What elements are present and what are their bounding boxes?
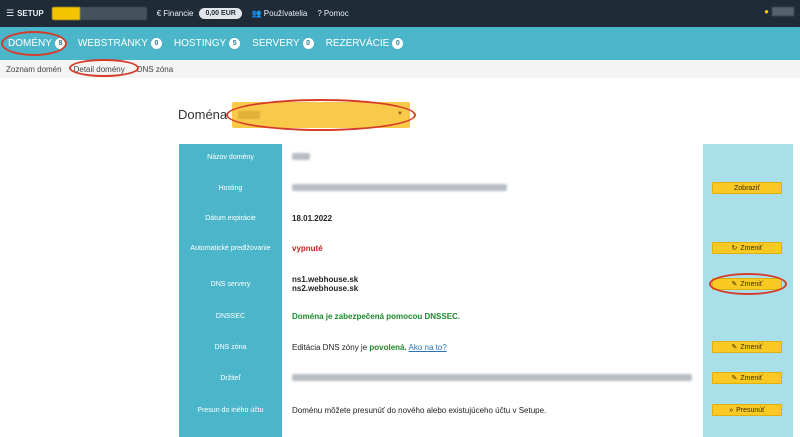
tab-rezervacie[interactable]: REZERVÁCIE 0 [326, 38, 404, 49]
dns-zone-value: Editácia DNS zóny je povolená. Ako na to… [292, 342, 447, 352]
hosting-value [292, 183, 507, 193]
sub-nav: Zoznam domén Detail domény DNS zóna [0, 60, 800, 78]
row-label: DNS zóna [214, 343, 247, 351]
user-icon: ● [764, 7, 769, 16]
pencil-icon: ✎ [731, 375, 738, 382]
question-icon: ? [317, 9, 322, 18]
holder-change-button[interactable]: ✎ Zmeniť [712, 372, 782, 384]
auto-renew-value: vypnuté [292, 243, 323, 253]
table-row: Dátum expirácie 18.01.2022 [179, 202, 793, 234]
row-label: Automatické predlžovanie [190, 244, 271, 252]
table-row: DNSSEC Doména je zabezpečená pomocou DNS… [179, 300, 793, 332]
row-label: Presun do iného účtu [197, 406, 264, 414]
dns-zone-change-button[interactable]: ✎ Zmeniť [712, 341, 782, 353]
account-switcher-blurred[interactable] [51, 7, 147, 20]
tab-webstranky[interactable]: WEBSTRÁNKY 0 [78, 38, 162, 49]
tab-count-badge: 0 [392, 38, 404, 49]
subnav-detail-domeny[interactable]: Detail domény [74, 65, 125, 74]
zobrazit-button[interactable]: Zobraziť [712, 182, 782, 194]
tab-count-badge: 0 [150, 38, 162, 49]
table-row: Presun do iného účtu Doménu môžete presu… [179, 394, 793, 426]
transfer-button[interactable]: » Presunúť [712, 404, 782, 416]
setup-label: SETUP [17, 9, 44, 18]
row-label: Držiteľ [220, 374, 241, 382]
domain-select-value-blurred [238, 111, 260, 119]
help-link[interactable]: ? Pomoc [317, 9, 348, 18]
euro-icon: € [156, 9, 162, 18]
tab-count-badge: 0 [302, 38, 314, 49]
main-nav: DOMÉNY 8 WEBSTRÁNKY 0 HOSTINGY 5 SERVERY… [0, 27, 800, 60]
user-name-blurred [772, 7, 794, 16]
tab-servery[interactable]: SERVERY 0 [252, 38, 314, 49]
subnav-dns-zona[interactable]: DNS zóna [137, 65, 173, 74]
pencil-icon: ✎ [731, 344, 738, 351]
dns-servers-change-button[interactable]: ✎ Zmeniť [712, 278, 782, 290]
double-chevron-icon: » [729, 406, 734, 414]
pencil-icon: ✎ [731, 281, 738, 288]
transfer-value: Doménu môžete presunúť do nového alebo e… [292, 405, 547, 415]
user-menu[interactable]: ● [764, 7, 794, 16]
how-to-link[interactable]: Ako na to? [409, 343, 447, 352]
tab-count-badge: 5 [229, 38, 241, 49]
subnav-zoznam-domen[interactable]: Zoznam domén [6, 65, 62, 74]
table-row: DNS zóna Editácia DNS zóny je povolená. … [179, 331, 793, 363]
blurred-text [292, 373, 692, 381]
table-row: Držiteľ ✎ Zmeniť [179, 362, 793, 394]
top-bar: ☰ SETUP € Financie 0,00 EUR 👥 Používatel… [0, 0, 800, 27]
row-label: Hosting [218, 184, 243, 192]
tab-domeny[interactable]: DOMÉNY 8 [8, 38, 66, 49]
financie-link[interactable]: € Financie [157, 9, 194, 18]
expiry-date-value: 18.01.2022 [292, 213, 333, 223]
chevron-down-icon: ▼ [397, 111, 403, 117]
table-row: Hosting Zobraziť [179, 172, 793, 204]
menu-icon: ☰ [6, 8, 15, 18]
balance-badge[interactable]: 0,00 EUR [199, 8, 242, 19]
blurred-text [292, 152, 310, 160]
domain-select[interactable]: ▼ [232, 102, 410, 128]
table-row: Automatické predlžovanie vypnuté ↻ Zmeni… [179, 232, 793, 264]
holder-value [292, 373, 692, 383]
auto-renew-change-button[interactable]: ↻ Zmeniť [712, 242, 782, 254]
table-row: DNS servery ns1.webhouse.sk ns2.webhouse… [179, 268, 793, 300]
row-label: DNSSEC [215, 312, 246, 320]
row-label: DNS servery [210, 280, 251, 288]
blurred-text [292, 183, 507, 191]
row-label: Dátum expirácie [205, 214, 256, 222]
setup-menu[interactable]: ☰ SETUP [6, 8, 44, 19]
tab-count-badge: 8 [54, 38, 66, 49]
row-label: Názov domény [207, 153, 254, 161]
domain-name-value [292, 152, 310, 162]
tab-hostingy[interactable]: HOSTINGY 5 [174, 38, 241, 49]
users-icon: 👥 [251, 9, 262, 18]
dnssec-value: Doména je zabezpečená pomocou DNSSEC. [292, 311, 461, 321]
refresh-icon: ↻ [731, 245, 738, 252]
dns-servers-value: ns1.webhouse.sk ns2.webhouse.sk [292, 275, 359, 293]
table-row: Názov domény [179, 141, 793, 173]
domain-label: Doména [178, 107, 228, 122]
users-link[interactable]: 👥 Používatelia [252, 9, 308, 18]
